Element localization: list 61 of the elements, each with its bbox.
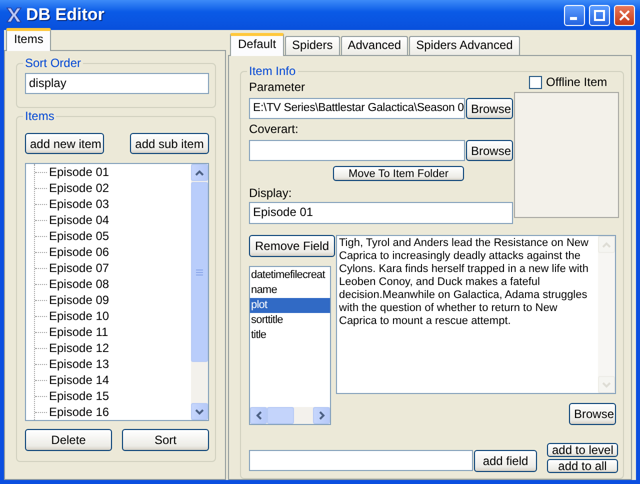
close-button[interactable] [614,4,635,26]
parameter-field[interactable]: E:\TV Series\Battlestar Galactica\Season 0 [249,98,465,119]
group-label: Items [23,109,56,123]
tree-item[interactable]: Episode 07 [49,259,110,277]
app-icon [6,6,22,24]
tree-item[interactable]: Episode 06 [49,243,110,261]
minimize-icon [570,16,576,20]
grip-icon [196,268,203,276]
new-field-input[interactable] [249,450,473,471]
tree-item[interactable]: Episode 12 [49,339,110,357]
group-label: Item Info [247,64,298,78]
tree-item[interactable]: Episode 02 [49,179,110,197]
tree-item[interactable]: Episode 05 [49,227,110,245]
tree-item[interactable]: Episode 11 [49,323,108,341]
maximize-icon [594,10,605,20]
add-field-button[interactable]: add field [474,450,537,472]
add-to-all-button[interactable]: add to all [547,459,618,473]
tree-item[interactable]: Episode 01 [49,164,110,181]
display-name-field[interactable]: Episode 01 [249,202,513,224]
list-item[interactable]: plot [250,298,330,313]
window-title: DB Editor [26,4,106,26]
list-item[interactable]: sorttitle [250,313,330,328]
tab[interactable]: Spiders Advanced [409,36,520,55]
tab[interactable]: Default [230,33,284,56]
delete-button[interactable]: Delete [25,429,112,451]
field-label: Display: [249,186,293,200]
tab[interactable]: Spiders [285,36,340,55]
sort-order-field[interactable]: display [25,73,209,94]
browse-button[interactable]: Browse [466,140,513,161]
tab[interactable]: Items [6,28,52,51]
tree-item[interactable]: Episode 13 [49,355,110,373]
add-sub-item-button[interactable]: add sub item [130,133,209,154]
tree-item[interactable]: Episode 04 [49,211,110,229]
minimize-button[interactable] [564,4,585,26]
tree-item[interactable]: Episode 03 [49,195,110,213]
add-new-item-button[interactable]: add new item [25,133,104,154]
browse-button[interactable]: Browse [569,403,616,425]
sort-button[interactable]: Sort [122,429,209,451]
field-label: Parameter [249,80,306,94]
close-icon [619,10,630,20]
coverart-field[interactable] [249,140,465,161]
list-item[interactable]: datetimefilecreat [250,268,330,283]
tab[interactable]: Advanced [340,36,408,55]
tree-item[interactable]: Episode 08 [49,275,110,293]
tree-item[interactable]: Episode 10 [49,307,110,325]
maximize-button[interactable] [589,4,610,26]
scrollbar[interactable] [250,407,330,424]
add-to-level-button[interactable]: add to level [547,443,618,457]
scrollbar[interactable] [191,164,208,420]
remove-field-button[interactable]: Remove Field [249,235,335,257]
field-label: Coverart: [249,122,300,136]
tree-item[interactable]: Episode 09 [49,291,110,309]
tree-item[interactable]: Episode 15 [49,387,110,405]
tree-item[interactable]: Episode 16 [49,403,110,420]
offline-item-checkbox[interactable]: Offline Item [514,73,619,91]
browse-button[interactable]: Browse [466,98,513,119]
list-item[interactable]: title [250,328,330,343]
move-to-item-folder-button[interactable]: Move To Item Folder [333,166,464,181]
group-label: Sort Order [23,56,84,70]
list-item[interactable]: name [250,283,330,298]
tree-item[interactable]: Episode 14 [49,371,110,389]
